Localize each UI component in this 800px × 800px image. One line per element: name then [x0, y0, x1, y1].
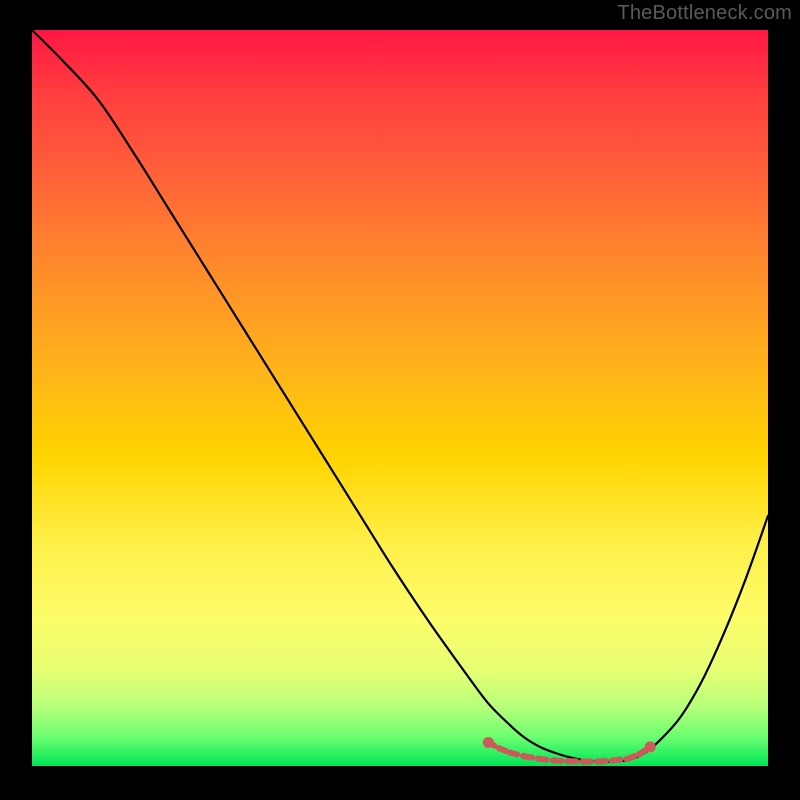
highlight-dot [636, 751, 642, 757]
bottleneck-curve [32, 30, 768, 762]
highlight-dot [645, 741, 656, 752]
highlight-dot [581, 758, 587, 764]
highlight-dot [507, 750, 513, 756]
highlight-dot [551, 757, 557, 763]
curve-overlay [32, 30, 768, 766]
highlight-dot [537, 756, 543, 762]
highlight-dot [496, 745, 502, 751]
highlight-dot [483, 737, 494, 748]
highlight-dot [522, 753, 528, 759]
watermark-text: TheBottleneck.com [617, 2, 792, 25]
highlight-band [483, 737, 656, 765]
chart-frame: TheBottleneck.com [0, 0, 800, 800]
highlight-dot [566, 758, 572, 764]
highlight-dot [610, 757, 616, 763]
highlight-dot [596, 758, 602, 764]
highlight-dot [625, 755, 631, 761]
